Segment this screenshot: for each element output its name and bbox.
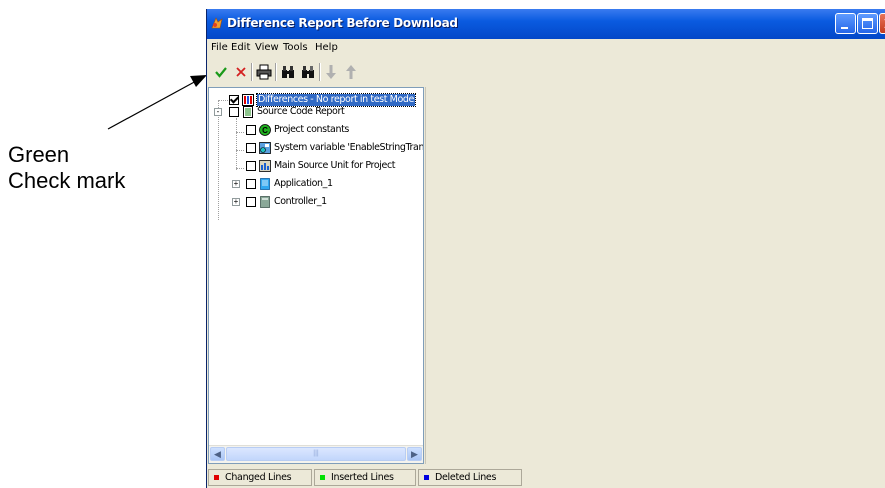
reject-button[interactable] xyxy=(231,62,251,82)
tree-line xyxy=(236,168,244,169)
legend-inserted-lines: Inserted Lines xyxy=(314,469,416,486)
application-icon xyxy=(260,178,270,190)
difference-report-window: Difference Report Before Download File E… xyxy=(206,9,885,488)
deleted-lines-swatch xyxy=(424,475,429,480)
status-bar: Changed Lines Inserted Lines Deleted Lin… xyxy=(207,467,885,488)
minimize-icon xyxy=(841,27,848,29)
scroll-right-button[interactable]: ▶ xyxy=(407,447,422,461)
svg-text:C: C xyxy=(262,126,268,135)
callout-line-1: Green xyxy=(8,142,70,167)
tree-node-label: Controller_1 xyxy=(274,196,327,207)
check-icon xyxy=(215,67,227,78)
toolbar xyxy=(207,57,885,87)
report-tree[interactable]: Differences - No report in test Mode - S… xyxy=(208,87,424,464)
legend-label: Changed Lines xyxy=(225,472,292,483)
system-variable-icon xyxy=(259,142,271,154)
toolbar-separator xyxy=(275,63,277,81)
changed-lines-swatch xyxy=(214,475,219,480)
main-source-unit-checkbox[interactable] xyxy=(246,161,256,171)
system-variable-checkbox[interactable] xyxy=(246,143,256,153)
project-constants-checkbox[interactable] xyxy=(246,125,256,135)
collapse-icon[interactable]: - xyxy=(214,108,222,116)
tree-line xyxy=(236,132,244,133)
controller-checkbox[interactable] xyxy=(246,197,256,207)
maximize-icon xyxy=(862,18,873,29)
menu-view[interactable]: View xyxy=(255,42,279,53)
arrow-up-icon xyxy=(346,65,356,79)
tree-node-label: Source Code Report xyxy=(257,106,345,117)
horizontal-scrollbar[interactable]: ◀ ||| ▶ xyxy=(209,445,423,463)
menu-edit[interactable]: Edit xyxy=(231,42,250,53)
tree-line xyxy=(218,100,219,220)
next-difference-button[interactable] xyxy=(321,62,341,82)
menu-tools[interactable]: Tools xyxy=(283,42,308,53)
maximize-button[interactable] xyxy=(857,13,878,34)
legend-label: Deleted Lines xyxy=(435,472,497,483)
window-title: Difference Report Before Download xyxy=(227,16,458,30)
expand-icon[interactable]: + xyxy=(232,198,240,206)
scrollbar-thumb[interactable]: ||| xyxy=(226,447,406,461)
source-code-report-checkbox[interactable] xyxy=(229,107,239,117)
differences-checkbox[interactable] xyxy=(229,95,239,105)
minimize-button[interactable] xyxy=(835,13,856,34)
binoculars-next-icon xyxy=(302,66,314,78)
title-bar[interactable]: Difference Report Before Download xyxy=(207,9,885,39)
constants-icon: C xyxy=(259,124,271,136)
close-icon xyxy=(884,19,885,28)
differences-icon xyxy=(242,94,254,106)
report-content-pane[interactable] xyxy=(425,87,885,464)
toolbar-separator xyxy=(251,63,253,81)
menu-file[interactable]: File xyxy=(211,42,228,53)
app-icon xyxy=(211,17,223,29)
find-button[interactable] xyxy=(278,62,298,82)
print-button[interactable] xyxy=(254,62,274,82)
scroll-left-button[interactable]: ◀ xyxy=(210,447,225,461)
arrow-down-icon xyxy=(326,65,336,79)
tree-node-label: Project constants xyxy=(274,124,349,135)
tree-node-label: Differences - No report in test Mode xyxy=(256,93,416,107)
source-unit-icon xyxy=(259,160,271,172)
inserted-lines-swatch xyxy=(320,475,325,480)
tree-node-label: System variable 'EnableStringTransl xyxy=(274,142,424,153)
previous-difference-button[interactable] xyxy=(341,62,361,82)
tree-node-label: Application_1 xyxy=(274,178,333,189)
menu-help[interactable]: Help xyxy=(315,42,338,53)
document-icon xyxy=(243,106,253,118)
legend-changed-lines: Changed Lines xyxy=(208,469,312,486)
close-button[interactable] xyxy=(879,13,885,34)
accept-button[interactable] xyxy=(211,62,231,82)
application-checkbox[interactable] xyxy=(246,179,256,189)
tree-node-label: Main Source Unit for Project xyxy=(274,160,396,171)
chevron-left-icon: ◀ xyxy=(214,449,221,459)
legend-label: Inserted Lines xyxy=(331,472,394,483)
find-next-button[interactable] xyxy=(298,62,318,82)
legend-deleted-lines: Deleted Lines xyxy=(418,469,522,486)
tree-line xyxy=(236,150,244,151)
expand-icon[interactable]: + xyxy=(232,180,240,188)
controller-icon xyxy=(260,196,270,208)
print-icon xyxy=(256,64,272,80)
callout-line-2: Check mark xyxy=(8,168,126,193)
chevron-right-icon: ▶ xyxy=(411,449,418,459)
tree-line xyxy=(236,118,237,170)
x-icon xyxy=(236,67,246,77)
binoculars-icon xyxy=(282,66,294,78)
callout-label: Green Check mark xyxy=(8,142,125,194)
menu-bar: File Edit View Tools Help xyxy=(207,39,885,57)
